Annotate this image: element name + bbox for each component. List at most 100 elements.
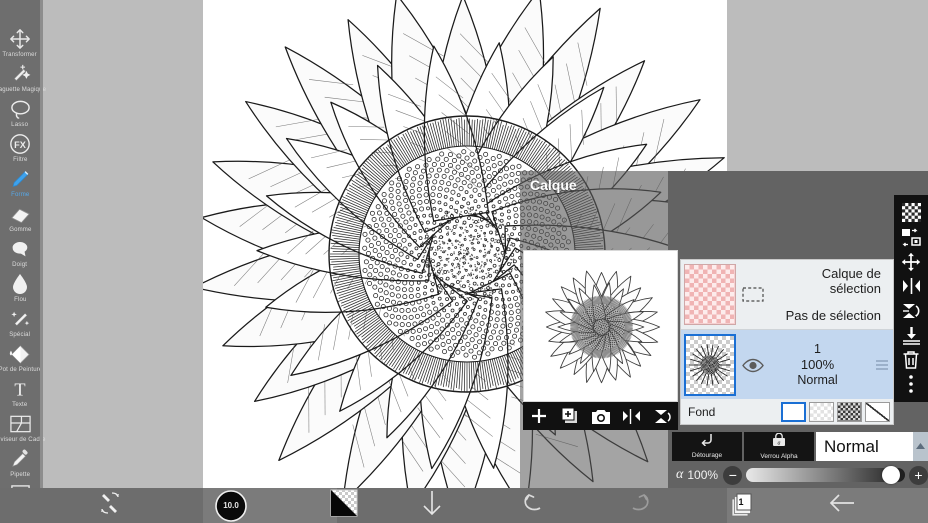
alpha-lock-button[interactable]: a Verrou Alpha [744,432,814,461]
alpha-slider-track[interactable] [746,466,905,484]
tool-texte[interactable]: T Texte [0,376,40,411]
brush-eraser-swap-icon [99,491,125,520]
undo-button[interactable] [510,488,558,523]
alpha-symbol: α [676,467,684,482]
back-arrow-icon [828,492,856,519]
clipping-arrow-icon [700,433,715,451]
merge-down-icon[interactable] [898,325,924,346]
selection-layer-title: Calque de sélection [821,266,881,296]
flip-horizontal-icon[interactable] [898,276,924,297]
tool-rail: Transformer Baguette Magique Lasso [0,0,46,513]
selection-marquee-icon [736,260,770,329]
tool-label: Spécial [9,331,31,338]
tool-label: Flou [13,296,27,303]
move-arrows-icon[interactable] [898,251,924,272]
layer-list: Calque de sélection Pas de sélection 1 1… [680,259,894,401]
selection-layer-row[interactable]: Calque de sélection Pas de sélection [681,260,893,330]
brush-size-value: 10.0 [223,501,239,510]
eraser-icon [7,202,33,226]
tool-doigt[interactable]: Doigt [0,236,40,271]
tool-pipette[interactable]: Pipette [0,446,40,481]
tool-label: Doigt [12,261,28,268]
layer-info: 1 100% Normal [770,330,871,400]
redo-arrow-icon [627,492,651,519]
alpha-lock-label: Verrou Alpha [760,452,798,460]
duplicate-layer-icon[interactable] [557,404,583,428]
selection-layer-text: Calque de sélection Pas de sélection [770,260,893,329]
tool-label: Transformer [2,51,38,58]
alpha-slider-row: α 100% − + [672,463,928,487]
frame-divider-icon [7,412,33,436]
text-t-icon: T [7,377,33,401]
flip-vertical-icon[interactable] [650,404,676,428]
tool-filtre[interactable]: FX Filtre [0,131,40,166]
tool-gomme[interactable]: Gomme [0,201,40,236]
lasso-icon [7,97,33,121]
tool-pot-de-peinture[interactable]: Pot de Peinture [0,341,43,376]
layer-visibility-toggle[interactable] [736,330,770,400]
tool-forme[interactable]: Forme [0,166,40,201]
tool-label: Filtre [12,156,28,163]
fx-icon: FX [7,132,33,156]
layers-button[interactable]: 1 [718,488,766,523]
tool-label: Diviseur de Cadre [0,436,46,443]
alpha-decrease-button[interactable]: − [723,465,743,485]
camera-icon[interactable] [588,404,614,428]
download-button[interactable] [408,488,456,523]
flip-horizontal-icon[interactable] [619,404,645,428]
tool-lasso[interactable]: Lasso [0,96,40,131]
layer-drag-handle[interactable] [871,330,893,400]
smudge-icon [7,237,33,261]
clipping-button[interactable]: Détourage [672,432,742,461]
svg-text:FX: FX [14,140,27,150]
background-label: Fond [688,404,716,419]
tool-label: Gomme [8,226,32,233]
brush-eraser-swap-button[interactable] [82,488,142,523]
background-swatch-none[interactable] [865,401,890,422]
color-swatch-icon [330,489,358,522]
tool-label: Pot de Peinture [0,366,43,373]
trash-icon[interactable] [898,349,924,370]
layer-action-strip [894,195,928,402]
alpha-increase-button[interactable]: + [909,465,928,485]
back-button[interactable] [818,488,866,523]
blend-mode-select[interactable]: Normal [816,432,928,461]
eyedropper-icon [7,447,33,471]
more-vertical-icon[interactable] [898,374,924,395]
layer-blend-mode: Normal [797,373,838,387]
tool-transformer[interactable]: Transformer [0,26,40,61]
redo-button[interactable] [615,488,663,523]
move-arrows-icon [7,27,33,51]
selection-layer-status: Pas de sélection [785,308,881,323]
transfer-layer-icon[interactable] [898,227,924,248]
flip-vertical-icon[interactable] [898,300,924,321]
color-opacity-button[interactable] [320,488,368,523]
checker-icon[interactable] [898,202,924,223]
alpha-slider-knob[interactable] [882,466,900,484]
sparkle-wand-icon [7,307,33,331]
layer-row[interactable]: 1 100% Normal [681,330,893,400]
brush-size-button[interactable]: 10.0 [210,488,252,523]
tool-label: Forme [10,191,30,198]
down-arrow-icon [421,490,443,521]
tool-special[interactable]: Spécial [0,306,40,341]
svg-text:T: T [14,379,25,399]
layer-name: 1 [814,342,821,356]
tool-flou[interactable]: Flou [0,271,40,306]
tool-diviseur-de-cadre[interactable]: Diviseur de Cadre [0,411,45,446]
panel-title: Calque [530,177,577,193]
background-swatch-white[interactable] [781,401,806,422]
layer-preview-card[interactable] [523,250,678,402]
workspace: Transformer Baguette Magique Lasso [0,0,928,513]
background-swatch-light-checker[interactable] [809,401,834,422]
magic-wand-icon [7,62,33,86]
alpha-value: 100% [687,468,719,482]
bottom-toolbar: 10.0 1 [0,488,928,523]
tool-label: Lasso [11,121,29,128]
tool-baguette-magique[interactable]: Baguette Magique [0,61,46,96]
undo-arrow-icon [522,492,546,519]
chevron-up-icon[interactable] [913,432,928,461]
layer-thumb-art [689,344,731,386]
plus-icon[interactable] [526,404,552,428]
background-swatch-dark-checker[interactable] [837,401,862,422]
